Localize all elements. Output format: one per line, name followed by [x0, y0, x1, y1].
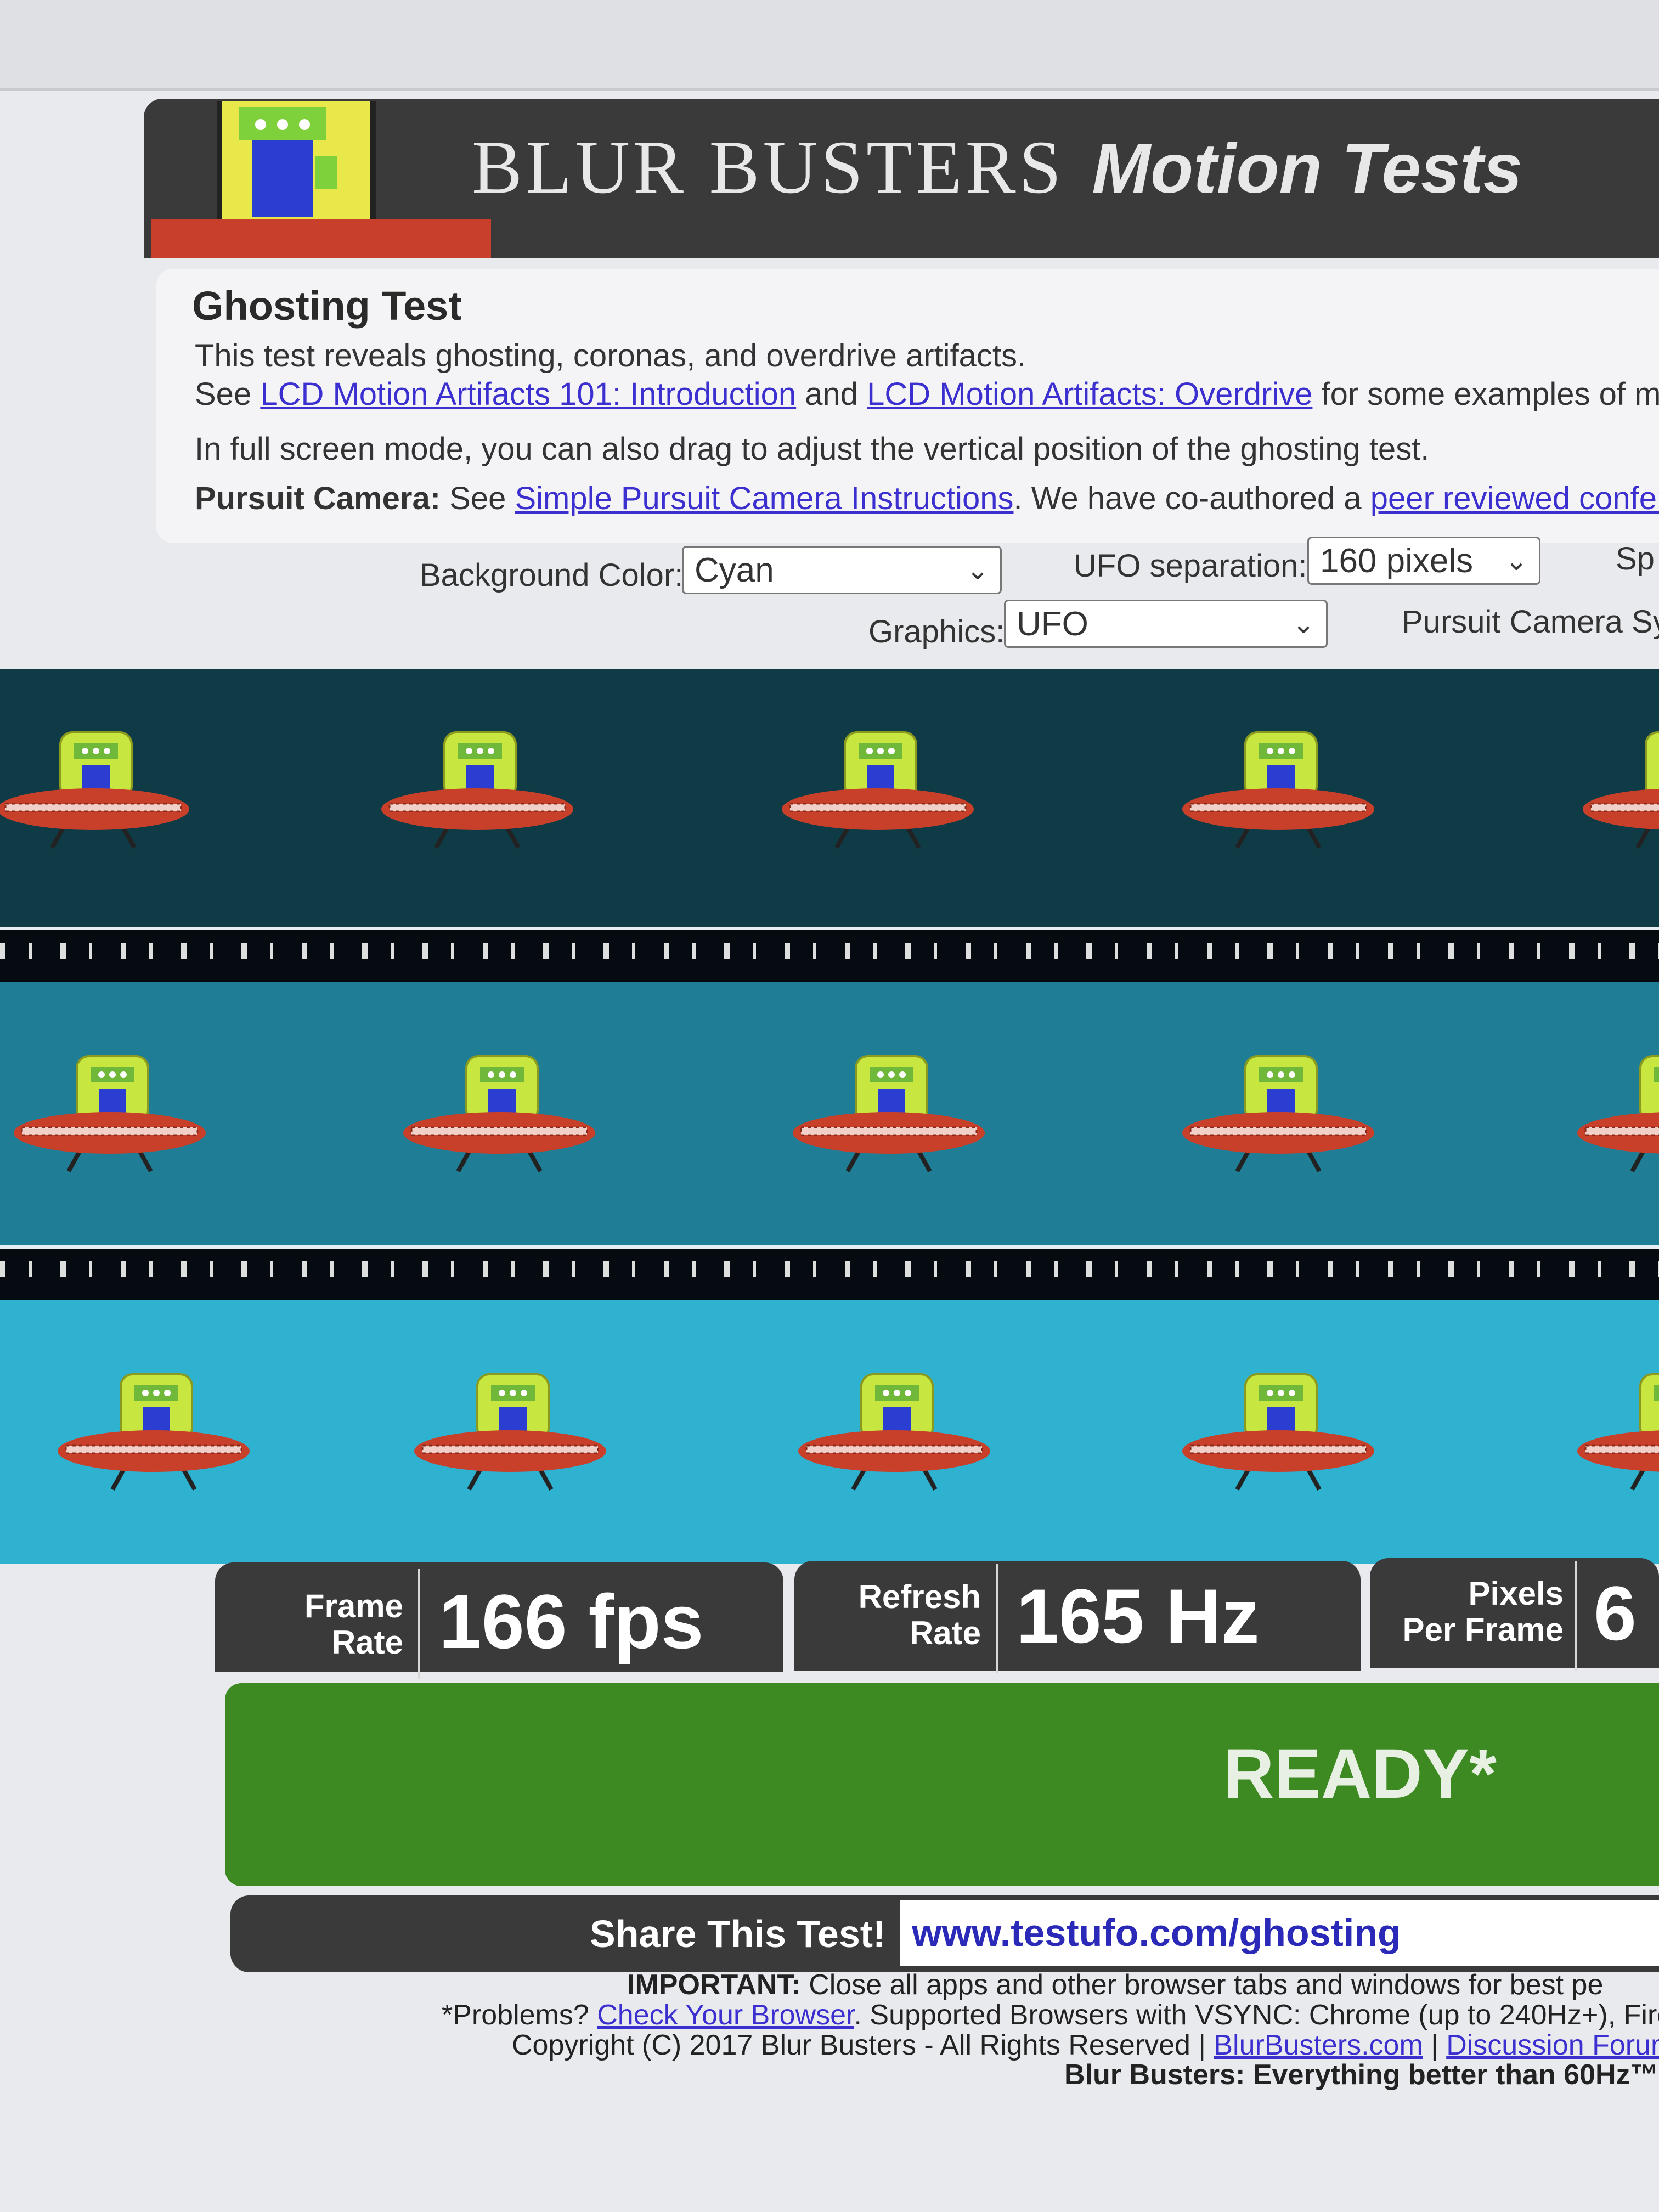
ufo-separation-select[interactable]: 160 pixels ⌄ [1307, 537, 1541, 585]
ghosting-band-light [0, 1300, 1659, 1564]
page-title: Ghosting Test [192, 283, 462, 329]
info-fullscreen-note: In full screen mode, you can also drag t… [195, 431, 1430, 467]
ufo-alien-icon [782, 731, 974, 849]
browser-top-strip [0, 0, 1659, 91]
refresh-rate-value: 165 Hz [1016, 1573, 1260, 1659]
problems-note: *Problems? Check Your Browser. Supported… [442, 1999, 1659, 2031]
info-links-line: See LCD Motion Artifacts 101: Introducti… [195, 376, 1659, 412]
ufo-alien-icon [1182, 1055, 1374, 1172]
background-color-label: Background Color: [420, 557, 684, 593]
pursuit-camera-sync-label: Pursuit Camera Sy [1402, 604, 1659, 640]
frame-rate-label: Frame Rate [304, 1588, 403, 1661]
link-pursuit-camera-instructions[interactable]: Simple Pursuit Camera Instructions [515, 481, 1013, 516]
ufo-alien-icon [1182, 731, 1374, 849]
banner-title: BLUR BUSTERS Motion Tests [472, 125, 1522, 209]
ufo-alien-icon [0, 731, 189, 849]
ghosting-band-dark [0, 669, 1659, 927]
share-url-field[interactable]: www.testufo.com/ghosting [900, 1900, 1659, 1966]
separator [996, 1564, 998, 1673]
ufo-alien-icon [793, 1055, 985, 1172]
info-pursuit-line: Pursuit Camera: See Simple Pursuit Camer… [195, 480, 1659, 517]
ufo-alien-icon [1583, 731, 1659, 849]
tagline: Blur Busters: Everything better than 60H… [1064, 2059, 1659, 2091]
copyright-line: Copyright (C) 2017 Blur Busters - All Ri… [512, 2029, 1659, 2062]
chevron-down-icon: ⌄ [966, 555, 989, 585]
chevron-down-icon: ⌄ [1292, 608, 1315, 639]
ufo-alien-icon [381, 731, 573, 849]
frame-rate-value: 166 fps [439, 1578, 704, 1664]
share-label: Share This Test! [590, 1912, 886, 1955]
link-discussion-forum[interactable]: Discussion Forum [1446, 2029, 1659, 2061]
ready-status: READY* [1223, 1735, 1497, 1813]
band-divider [0, 927, 1659, 989]
ufo-separation-label: UFO separation: [1074, 548, 1307, 584]
separator [418, 1569, 420, 1679]
ufo-alien-icon [14, 1055, 206, 1172]
pixels-per-frame-value: 6 [1594, 1570, 1637, 1656]
refresh-rate-label: Refresh Rate [858, 1578, 981, 1651]
info-description: This test reveals ghosting, coronas, and… [195, 338, 1026, 374]
graphics-select[interactable]: UFO ⌄ [1004, 600, 1328, 648]
ufo-alien-icon [1577, 1055, 1659, 1172]
important-note: IMPORTANT: Close all apps and other brow… [627, 1969, 1604, 2001]
background-color-select[interactable]: Cyan ⌄ [682, 546, 1002, 594]
link-check-browser[interactable]: Check Your Browser [597, 1999, 854, 2031]
ufo-alien-icon [403, 1055, 595, 1172]
pixels-per-frame-label: Pixels Per Frame [1402, 1575, 1564, 1648]
link-blurbusters[interactable]: BlurBusters.com [1214, 2029, 1423, 2061]
ghosting-band-medium [0, 982, 1659, 1245]
alien-ufo-logo-icon [151, 101, 491, 258]
band-divider [0, 1245, 1659, 1307]
link-motion-artifacts-intro[interactable]: LCD Motion Artifacts 101: Introduction [260, 376, 796, 412]
ufo-alien-icon [1182, 1373, 1374, 1491]
graphics-label: Graphics: [868, 614, 1005, 650]
separator [1575, 1561, 1577, 1671]
link-peer-reviewed-paper[interactable]: peer reviewed conferen [1370, 481, 1659, 516]
ufo-alien-icon [1577, 1373, 1659, 1491]
ufo-alien-icon [414, 1373, 606, 1491]
ufo-alien-icon [798, 1373, 990, 1491]
chevron-down-icon: ⌄ [1505, 545, 1528, 576]
ufo-alien-icon [58, 1373, 250, 1491]
link-motion-artifacts-overdrive[interactable]: LCD Motion Artifacts: Overdrive [867, 376, 1312, 412]
banner-subtitle: Motion Tests [1092, 129, 1522, 208]
speed-label: Sp [1616, 541, 1655, 577]
